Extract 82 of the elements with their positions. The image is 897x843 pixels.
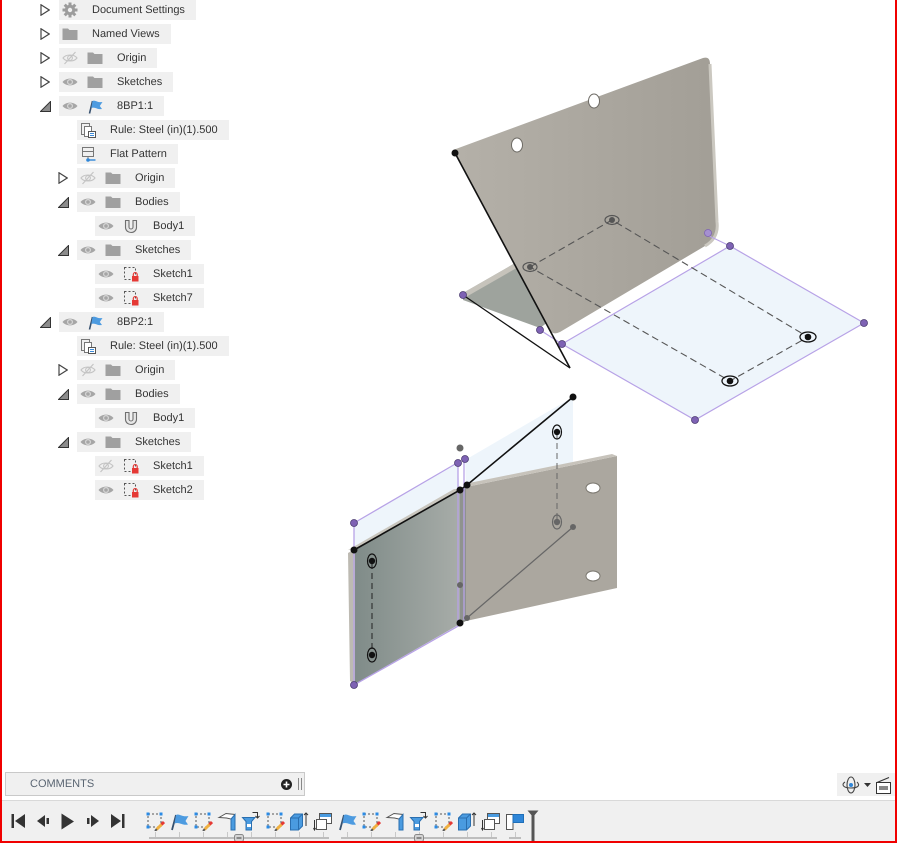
folder-icon <box>105 434 121 450</box>
bent-flange-icon[interactable] <box>217 811 237 831</box>
browser-item[interactable]: Sketches <box>77 432 192 452</box>
u-solid-icon <box>123 410 139 426</box>
browser-item[interactable]: Sketch1 <box>95 456 204 476</box>
browser-item[interactable]: Bodies <box>77 384 180 404</box>
display-icon[interactable] <box>875 776 892 794</box>
skip-to-end-icon[interactable] <box>110 813 124 829</box>
group-handle-icon[interactable] <box>234 834 244 841</box>
dashed-square-pencil-icon[interactable] <box>145 811 165 831</box>
document-table-icon <box>80 122 96 138</box>
browser-item[interactable]: Sketch7 <box>95 288 204 308</box>
orbit-icon[interactable] <box>841 774 861 794</box>
dashed-square-lock-icon <box>123 266 139 282</box>
folder-icon <box>105 194 121 210</box>
cube-arrow-icon[interactable] <box>457 811 477 831</box>
dashed-square-pencil-icon[interactable] <box>193 811 213 831</box>
browser-item[interactable]: Origin <box>77 360 176 380</box>
timeline-marker-icon[interactable] <box>527 810 539 841</box>
expanded-triangle-icon[interactable] <box>58 244 69 256</box>
stacked-windows-icon[interactable] <box>481 811 501 831</box>
folder-icon <box>87 50 103 66</box>
browser-item[interactable]: Sketches <box>59 72 174 92</box>
browser-item[interactable]: Sketch1 <box>95 264 204 284</box>
split-rectangle-icon[interactable] <box>505 811 525 831</box>
browser-item[interactable]: Rule: Steel (in)(1).500 <box>77 120 229 140</box>
flag-icon <box>87 314 103 330</box>
comments-title: COMMENTS <box>30 778 94 790</box>
browser-item[interactable]: Rule: Steel (in)(1).500 <box>77 336 229 356</box>
expanded-triangle-icon[interactable] <box>40 316 51 328</box>
browser-item[interactable]: Bodies <box>77 192 180 212</box>
bent-flange-icon[interactable] <box>385 811 405 831</box>
browser-item[interactable]: Origin <box>77 168 176 188</box>
folder-icon <box>105 170 121 186</box>
dashed-square-pencil-icon[interactable] <box>433 811 453 831</box>
folder-icon <box>87 74 103 90</box>
collapsed-triangle-icon[interactable] <box>40 76 50 88</box>
collapsed-triangle-icon[interactable] <box>58 364 68 376</box>
browser-item[interactable]: Body1 <box>95 408 196 428</box>
funnel-icon[interactable] <box>409 811 429 831</box>
browser-item[interactable]: Origin <box>59 48 158 68</box>
cube-arrow-icon[interactable] <box>289 811 309 831</box>
browser-item[interactable]: Sketches <box>77 240 192 260</box>
expanded-triangle-icon[interactable] <box>58 388 69 400</box>
expanded-triangle-icon[interactable] <box>40 100 51 112</box>
panel-grip-icon[interactable] <box>298 778 302 790</box>
dashed-square-pencil-icon[interactable] <box>361 811 381 831</box>
dashed-square-pencil-icon[interactable] <box>265 811 285 831</box>
add-icon[interactable] <box>281 778 292 790</box>
browser-item[interactable]: Document Settings <box>59 0 196 20</box>
collapsed-triangle-icon[interactable] <box>40 52 50 64</box>
expanded-triangle-icon[interactable] <box>58 436 69 448</box>
frame-arrow-icon <box>80 146 96 162</box>
step-forward-icon[interactable] <box>86 814 100 828</box>
collapsed-triangle-icon[interactable] <box>40 28 50 40</box>
browser-item[interactable]: 8BP1:1 <box>59 96 164 116</box>
dashed-square-lock-icon <box>123 458 139 474</box>
folder-icon <box>105 362 121 378</box>
step-back-icon[interactable] <box>36 814 50 828</box>
document-table-icon <box>80 338 96 354</box>
collapsed-triangle-icon[interactable] <box>40 4 50 16</box>
stacked-windows-icon[interactable] <box>313 811 333 831</box>
browser-item[interactable]: 8BP2:1 <box>59 312 164 332</box>
expanded-triangle-icon[interactable] <box>58 196 69 208</box>
dashed-square-lock-icon <box>123 290 139 306</box>
folder-icon <box>105 386 121 402</box>
folder-icon <box>105 242 121 258</box>
browser-item[interactable]: Named Views <box>59 24 171 44</box>
browser-item[interactable]: Flat Pattern <box>77 144 178 164</box>
funnel-icon[interactable] <box>241 811 261 831</box>
folder-icon <box>62 26 78 42</box>
group-handle-icon[interactable] <box>414 834 424 841</box>
flag-icon <box>87 98 103 114</box>
gear-icon <box>62 2 78 18</box>
dashed-square-lock-icon <box>123 482 139 498</box>
caret-icon[interactable] <box>864 782 871 786</box>
browser-item[interactable]: Sketch2 <box>95 480 204 500</box>
skip-to-start-icon[interactable] <box>10 813 24 829</box>
collapsed-triangle-icon[interactable] <box>58 172 68 184</box>
browser-item[interactable]: Body1 <box>95 216 196 236</box>
u-solid-icon <box>123 218 139 234</box>
play-icon[interactable] <box>61 812 74 830</box>
